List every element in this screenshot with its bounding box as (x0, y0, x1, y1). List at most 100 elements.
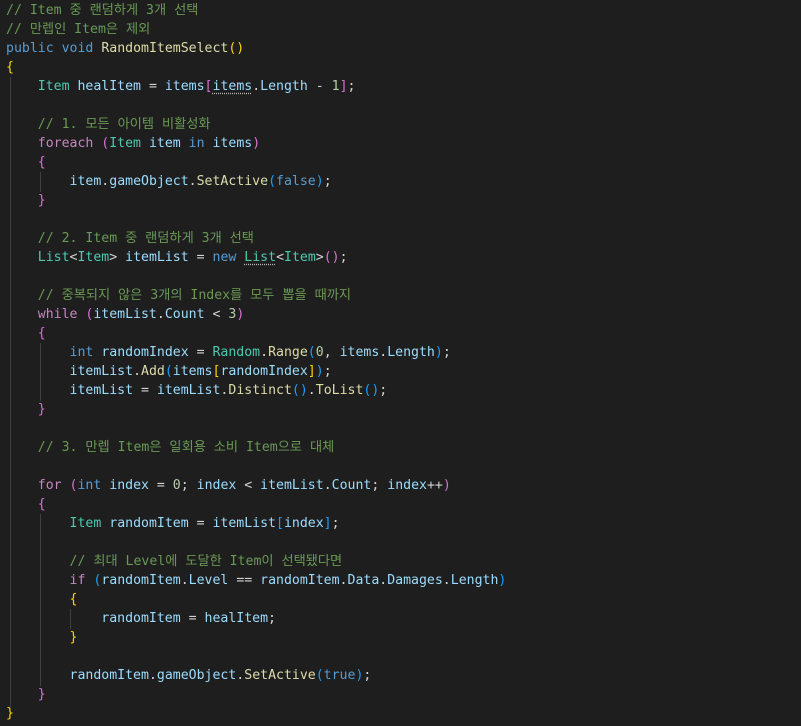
code-line: // 2. Item 중 랜덤하게 3개 선택 (6, 229, 254, 248)
brace: { (6, 60, 14, 75)
code-editor[interactable]: // Item 중 랜덤하게 3개 선택 // 만렙인 Item은 제외 pub… (0, 0, 801, 726)
semicolon: ; (180, 478, 197, 493)
semicolon: ; (323, 364, 332, 379)
brace: { (37, 155, 46, 170)
type-name: Item (69, 516, 102, 531)
paren: ( (164, 364, 173, 379)
code-line: { (6, 153, 46, 172)
operator: . (339, 573, 348, 588)
brace: } (37, 402, 46, 417)
operator: = (141, 79, 165, 94)
bracket: [ (276, 516, 284, 531)
paren: ( (93, 136, 110, 151)
keyword: public (6, 41, 54, 56)
property: Length (387, 345, 435, 360)
property: gameObject (109, 174, 189, 189)
comment: // 만렙인 Item은 제외 (6, 22, 151, 37)
operator: . (323, 478, 332, 493)
variable: index (283, 516, 324, 531)
variable: items (339, 345, 380, 360)
operator: . (260, 345, 269, 360)
property: Count (164, 307, 205, 322)
paren: ) (442, 478, 451, 493)
type-name: Item (284, 250, 316, 265)
paren: ) (498, 573, 507, 588)
keyword: while (37, 307, 78, 322)
code-line: List<Item> itemList = new List<Item>(); (6, 248, 348, 267)
bracket: ] (339, 79, 348, 94)
variable: items (212, 79, 253, 94)
variable: randomIndex (220, 364, 308, 379)
bracket: [ (204, 79, 213, 94)
operator: = (188, 345, 213, 360)
method-name: RandomItemSelect (101, 41, 229, 56)
operator: . (133, 364, 142, 379)
code-line: // 중복되지 않은 3개의 Index를 모두 뽑을 때까지 (6, 286, 351, 305)
code-line: } (6, 628, 78, 647)
code-line: item.gameObject.SetActive(false); (6, 172, 332, 191)
type-name: List (244, 250, 277, 265)
code-line: randomItem = healItem; (6, 609, 276, 628)
comment: // 최대 Level에 도달한 Item이 선택됐다면 (69, 554, 343, 569)
operator: = (188, 250, 213, 265)
operator: > (109, 250, 118, 265)
paren: () (291, 383, 308, 398)
variable: healItem (204, 611, 269, 626)
method-name: Distinct (228, 383, 292, 398)
variable: itemList (69, 383, 134, 398)
operator: , (323, 345, 340, 360)
paren: () (323, 250, 340, 265)
keyword: int (69, 345, 94, 360)
property: Count (331, 478, 372, 493)
type-name: Item (109, 136, 141, 151)
paren: () (363, 383, 380, 398)
variable: itemList (156, 383, 221, 398)
variable: items (164, 79, 205, 94)
brace: } (6, 706, 14, 721)
paren: ( (268, 174, 277, 189)
variable: randomIndex (101, 345, 189, 360)
bracket: ] (323, 516, 332, 531)
property: Length (450, 573, 499, 588)
code-line: { (6, 58, 14, 77)
method-name: SetActive (244, 668, 316, 683)
operator: > (315, 250, 324, 265)
variable: randomItem (260, 573, 340, 588)
variable: randomItem (101, 611, 181, 626)
operator: . (180, 573, 189, 588)
brace: } (37, 193, 46, 208)
number: 0 (172, 478, 181, 493)
keyword: int (77, 478, 102, 493)
variable: itemList (260, 478, 324, 493)
paren: ( (307, 345, 316, 360)
code-line: while (itemList.Count < 3) (6, 305, 245, 324)
operator: . (156, 307, 165, 322)
semicolon: ; (323, 174, 332, 189)
code-line: Item healItem = items[items.Length - 1]; (6, 77, 356, 96)
keyword: true (323, 668, 356, 683)
code-line: int randomIndex = Random.Range(0, items.… (6, 343, 451, 362)
code-line: for (int index = 0; index < itemList.Cou… (6, 476, 451, 495)
keyword: foreach (37, 136, 94, 151)
keyword: void (61, 41, 94, 56)
code-line: } (6, 191, 46, 210)
variable: itemList (69, 364, 134, 379)
brace: } (37, 687, 46, 702)
operator: . (442, 573, 451, 588)
operator: . (252, 79, 261, 94)
property: Level (188, 573, 229, 588)
paren: ( (61, 478, 78, 493)
comment: // 1. 모든 아이템 비활성화 (37, 117, 211, 132)
operator: < (276, 250, 285, 265)
code-line: } (6, 685, 46, 704)
brace: } (69, 630, 78, 645)
variable: items (172, 364, 213, 379)
semicolon: ; (347, 79, 356, 94)
method-name: Range (268, 345, 308, 360)
paren: ) (252, 136, 261, 151)
code-line: // 1. 모든 아이템 비활성화 (6, 115, 211, 134)
operator: . (188, 174, 197, 189)
operator: . (307, 383, 316, 398)
paren: () (228, 41, 245, 56)
method-name: ToList (315, 383, 364, 398)
